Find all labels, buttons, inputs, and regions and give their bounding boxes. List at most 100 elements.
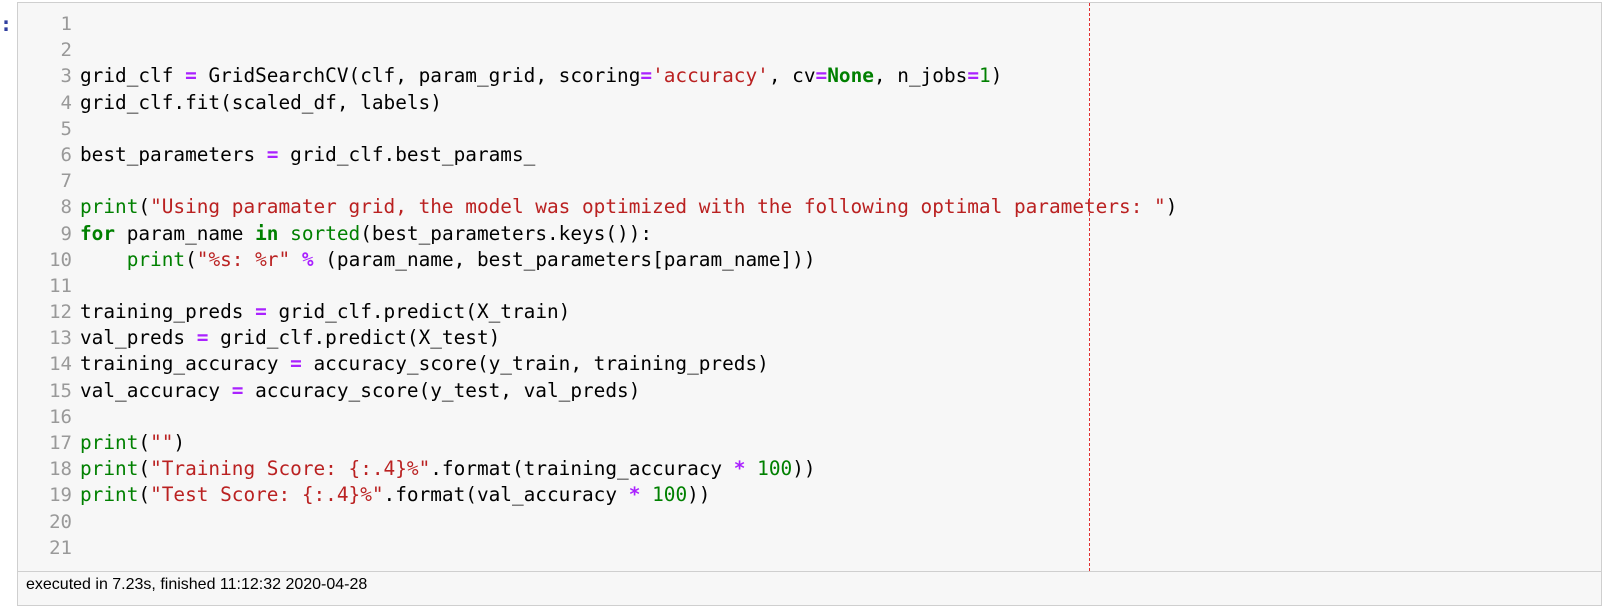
code-token: = [231, 378, 244, 402]
code-token: "" [150, 431, 174, 454]
code-token: % [301, 247, 314, 271]
code-token: GridSearchCV(clf, param_grid, scoring [196, 64, 641, 88]
code-token: val_accuracy [80, 378, 232, 402]
code-token: = [640, 64, 653, 88]
code-token: for [80, 221, 116, 245]
code-line[interactable] [80, 535, 1601, 561]
line-number: 10 [49, 248, 72, 271]
code-token: (param_name, best_parameters[param_name]… [313, 247, 816, 271]
code-token: training_accuracy [80, 352, 291, 376]
code-token: grid_clf.predict(X_train) [266, 300, 571, 324]
code-line[interactable]: best_parameters = grid_clf.best_params_ [80, 142, 1601, 168]
code-line[interactable]: print("Test Score: {:.4}%".format(val_ac… [80, 482, 1601, 508]
code-token: (best_parameters.keys()): [360, 221, 653, 245]
code-token: accuracy_score(y_train, training_preds) [301, 352, 769, 376]
code-token: , cv [768, 64, 816, 88]
code-token: print [80, 483, 139, 507]
line-number: 9 [60, 222, 72, 245]
code-line[interactable] [80, 37, 1601, 63]
code-token: ) [173, 431, 186, 454]
code-token: best_parameters [80, 142, 267, 166]
code-line[interactable]: training_preds = grid_clf.predict(X_trai… [80, 299, 1601, 325]
code-line[interactable]: training_accuracy = accuracy_score(y_tra… [80, 351, 1601, 377]
line-number: 8 [60, 196, 72, 219]
line-number: 1 [60, 13, 72, 35]
code-line[interactable]: val_accuracy = accuracy_score(y_test, va… [80, 378, 1601, 404]
code-line[interactable]: grid_clf.fit(scaled_df, labels) [80, 90, 1601, 116]
line-number: 11 [49, 274, 72, 297]
code-token: * [628, 483, 641, 507]
code-token: "%s: %r" [196, 247, 291, 271]
code-line[interactable] [80, 11, 1601, 37]
line-length-ruler [1089, 3, 1090, 571]
line-number: 7 [60, 170, 72, 193]
line-number-gutter: 1 2 3 4 5 6 7 8 9 10 11 12 13 14 15 16 17 18 19 20 21 [18, 11, 72, 561]
code-token: print [80, 431, 139, 454]
line-number: 12 [49, 301, 72, 324]
code-token: accuracy_score(y_test, val_preds) [243, 378, 641, 402]
code-token: grid_clf.predict(X_test) [208, 326, 501, 350]
code-line[interactable]: print("Training Score: {:.4}%".format(tr… [80, 456, 1601, 482]
code-line[interactable]: for param_name in sorted(best_parameters… [80, 221, 1601, 247]
code-token: 100 [757, 457, 793, 481]
code-token: ( [138, 431, 151, 454]
code-text[interactable]: grid_clf = GridSearchCV(clf, param_grid,… [80, 11, 1601, 561]
line-number: 4 [60, 91, 72, 114]
code-token: .format(training_accuracy [430, 457, 734, 481]
code-token: grid_clf.fit(scaled_df, labels) [80, 90, 442, 114]
code-line[interactable] [80, 168, 1601, 194]
line-number: 14 [49, 353, 72, 376]
execution-info: executed in 7.23s, finished 11:12:32 202… [26, 576, 368, 593]
code-token: "Training Score: {:.4}%" [150, 457, 431, 481]
cell-prompt: : [0, 12, 13, 36]
code-line[interactable]: val_preds = grid_clf.predict(X_test) [80, 325, 1601, 351]
code-line[interactable]: print("%s: %r" % (param_name, best_param… [80, 247, 1601, 273]
code-token: = [196, 326, 209, 350]
code-token: ( [185, 247, 197, 271]
code-token: 100 [652, 483, 688, 507]
code-line[interactable]: print("Using paramater grid, the model w… [80, 194, 1601, 220]
line-number: 20 [49, 510, 72, 533]
code-token: = [815, 64, 828, 88]
code-line[interactable] [80, 116, 1601, 142]
code-line[interactable] [80, 404, 1601, 430]
code-token: 1 [979, 64, 991, 88]
code-token: = [290, 352, 302, 376]
code-token: )) [687, 483, 711, 507]
execution-footer: executed in 7.23s, finished 11:12:32 202… [18, 571, 1601, 605]
code-line[interactable]: grid_clf = GridSearchCV(clf, param_grid,… [80, 63, 1601, 89]
line-number: 16 [49, 405, 72, 428]
code-token: None [827, 64, 874, 88]
line-number: 5 [60, 117, 72, 140]
line-number: 18 [49, 458, 72, 481]
code-token: 'accuracy' [652, 64, 769, 88]
code-token: print [126, 247, 186, 271]
line-number: 6 [60, 143, 72, 166]
code-token: print [80, 457, 139, 481]
code-cell[interactable]: 1 2 3 4 5 6 7 8 9 10 11 12 13 14 15 16 17 18 19 20 21 grid_c… [17, 2, 1602, 606]
code-line[interactable] [80, 509, 1601, 535]
code-token: "Using paramater grid, the model was opt… [150, 195, 1166, 219]
code-line[interactable] [80, 273, 1601, 299]
line-number: 15 [49, 379, 72, 402]
code-token: training_preds [80, 300, 256, 324]
code-line[interactable]: print("") [80, 430, 1601, 456]
code-token: in [255, 221, 279, 245]
line-number: 19 [49, 484, 72, 507]
line-number: 17 [49, 432, 72, 454]
code-token: ( [138, 483, 151, 507]
code-token: sorted [290, 221, 361, 245]
code-token: grid_clf [80, 64, 186, 88]
code-token: , n_jobs [873, 64, 968, 88]
code-token: = [967, 64, 980, 88]
code-token: ( [138, 457, 151, 481]
code-token: val_preds [80, 326, 197, 350]
code-token: "Test Score: {:.4}%" [150, 483, 384, 507]
code-editor[interactable]: 1 2 3 4 5 6 7 8 9 10 11 12 13 14 15 16 17 18 19 20 21 grid_c… [18, 3, 1601, 571]
code-token: = [255, 300, 267, 324]
